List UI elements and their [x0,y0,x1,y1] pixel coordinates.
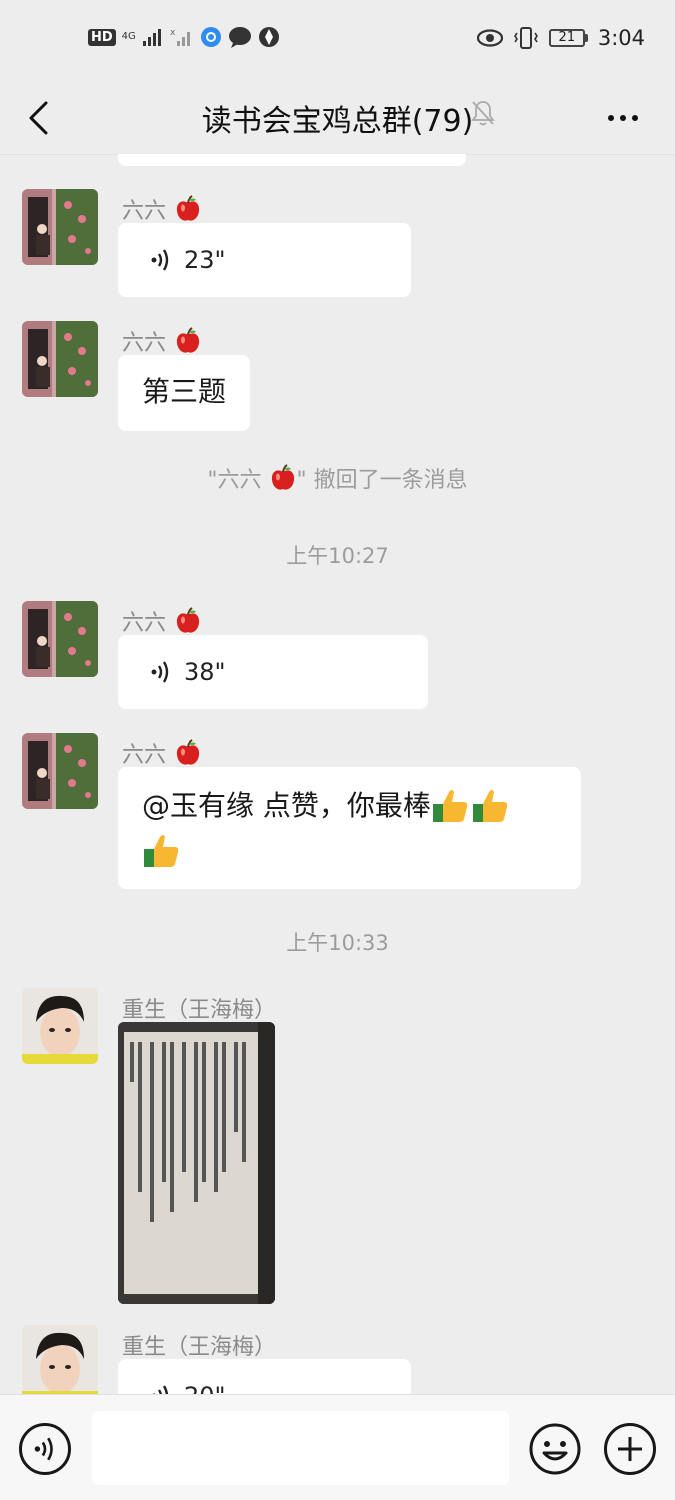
avatar[interactable] [22,189,98,265]
sender-name: 六六 [122,325,202,357]
battery-level: 21 [548,29,585,47]
voice-wave-icon [152,1385,169,1394]
sender-name: 重生（王海梅） [122,998,277,1023]
text-message-bubble[interactable]: @玉有缘 点赞，你最棒 [118,767,581,889]
sender-name: 六六 [122,193,202,225]
message-item: 重生（王海梅） [0,988,675,1308]
wifi-off-signal-icon: x [170,27,194,47]
voice-input-icon [34,1437,53,1461]
emoji-icon [529,1423,581,1475]
sender-name: 重生（王海梅） [122,1335,277,1360]
voice-wave-icon [151,249,169,271]
avatar[interactable] [22,321,98,397]
image-message[interactable] [118,1022,275,1304]
status-left: HD 4G x [88,26,280,48]
previous-message-bubble[interactable] [118,154,466,166]
recall-notice: "六六 " 撤回了一条消息 [0,462,675,494]
message-item: 六六 第三题 [0,321,675,433]
message-item: 六六 @玉有缘 点赞，你最棒 [0,733,675,893]
signal-icon [142,27,164,47]
bell-off-icon [470,99,496,131]
chat-area[interactable]: 六六 23" 六六 第三题 "六六 " 撤回了一条消息 上午10:27 六六 3… [0,154,675,1394]
thumbs-up-emoji-icon [432,790,468,822]
chat-title: 读书会宝鸡总群(79) [201,104,474,139]
title-bar: 读书会宝鸡总群(79) [0,82,675,154]
message-text: 第三题 [142,375,227,408]
status-right: 21 3:04 [476,26,645,50]
eye-icon [476,29,503,47]
red-apple-emoji-icon [176,607,200,633]
vibrate-icon [513,27,539,49]
sender-name: 六六 [122,605,202,637]
input-bar [0,1394,675,1500]
voice-duration: 20" [184,1382,226,1394]
voice-message-bubble[interactable]: 38" [118,635,428,709]
message-item: 六六 38" [0,601,675,713]
message-icon [228,26,252,48]
more-dots-icon [608,115,614,121]
more-button[interactable] [601,98,645,138]
qq-browser-icon [200,26,222,48]
red-apple-emoji-icon [271,464,294,490]
avatar[interactable] [22,988,98,1064]
red-apple-emoji-icon [176,739,200,765]
thumbs-up-emoji-icon [144,835,179,867]
timestamp: 上午10:27 [286,544,389,568]
status-bar: HD 4G x 21 3:04 [0,0,675,82]
app-icon [258,26,280,48]
avatar[interactable] [22,601,98,677]
voice-input-button[interactable] [19,1423,71,1475]
voice-message-bubble[interactable]: 20" [118,1359,411,1394]
thumbs-up-emoji-icon [472,790,508,822]
voice-message-bubble[interactable]: 23" [118,223,411,297]
hd-badge: HD [88,28,116,46]
plus-icon [618,1437,642,1461]
avatar[interactable] [22,1325,98,1394]
network-label: 4G [121,31,136,42]
red-apple-emoji-icon [176,327,200,353]
voice-duration: 23" [184,246,226,274]
voice-duration: 38" [184,658,226,686]
message-input[interactable] [92,1411,509,1485]
battery-icon: 21 [548,29,588,47]
clock: 3:04 [597,26,645,50]
timestamp: 上午10:33 [286,931,389,955]
emoji-button[interactable] [529,1423,581,1475]
message-text: @玉有缘 点赞，你最棒 [142,789,431,822]
message-item: 六六 23" [0,189,675,301]
message-item: 重生（王海梅） 20" [0,1325,675,1394]
voice-wave-icon [151,661,169,683]
sender-name: 六六 [122,737,202,769]
plus-button[interactable] [604,1423,656,1475]
red-apple-emoji-icon [176,195,200,221]
text-message-bubble[interactable]: 第三题 [118,355,251,431]
avatar[interactable] [22,733,98,809]
svg-text:x: x [170,28,176,38]
